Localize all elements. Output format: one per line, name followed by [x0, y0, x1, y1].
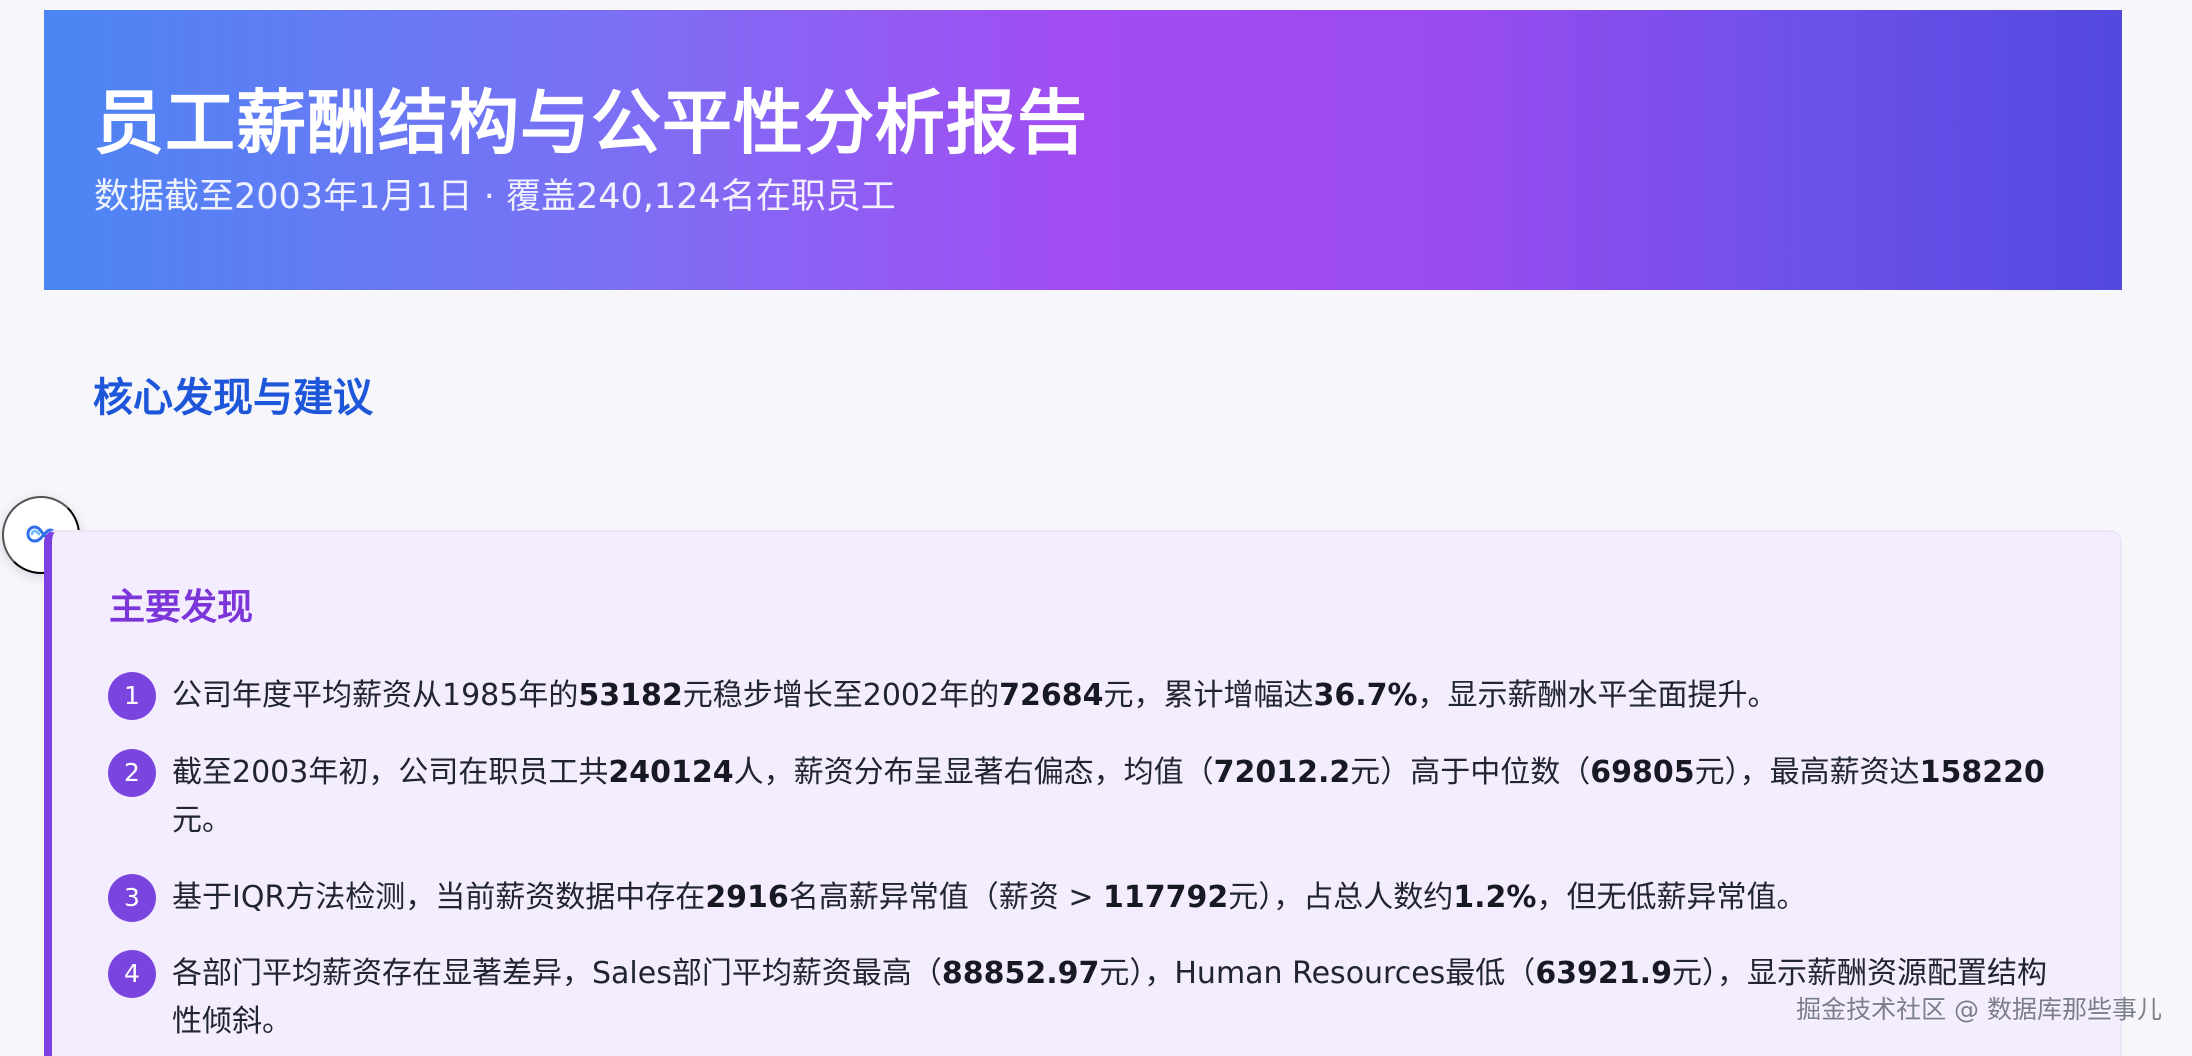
finding-text: 各部门平均薪资存在显著差异，Sales部门平均薪资最高（88852.97元），H… [172, 956, 2047, 1039]
finding-number-badge: 3 [108, 874, 156, 922]
source-watermark: 掘金技术社区 @ 数据库那些事儿 [1796, 995, 2162, 1024]
finding-text: 基于IQR方法检测，当前薪资数据中存在2916名高薪异常值（薪资 > 11779… [172, 880, 1807, 915]
main-findings-card: 主要发现 1 公司年度平均薪资从1985年的53182元稳步增长至2002年的7… [44, 530, 2122, 1056]
core-findings-section-title: 核心发现与建议 [93, 375, 373, 421]
finding-number-badge: 2 [108, 749, 156, 797]
report-page: 员工薪酬结构与公平性分析报告 数据截至2003年1月1日 · 覆盖240,124… [0, 0, 2192, 1056]
report-title: 员工薪酬结构与公平性分析报告 [94, 82, 1088, 164]
finding-number-badge: 4 [108, 950, 156, 998]
finding-number-badge: 1 [108, 672, 156, 720]
finding-text: 截至2003年初，公司在职员工共240124人，薪资分布呈显著右偏态，均值（72… [172, 755, 2045, 838]
main-findings-title: 主要发现 [109, 587, 254, 628]
finding-text: 公司年度平均薪资从1985年的53182元稳步增长至2002年的72684元，累… [172, 678, 1778, 713]
report-subtitle: 数据截至2003年1月1日 · 覆盖240,124名在职员工 [94, 177, 896, 217]
report-header-banner: 员工薪酬结构与公平性分析报告 数据截至2003年1月1日 · 覆盖240,124… [44, 10, 2122, 290]
